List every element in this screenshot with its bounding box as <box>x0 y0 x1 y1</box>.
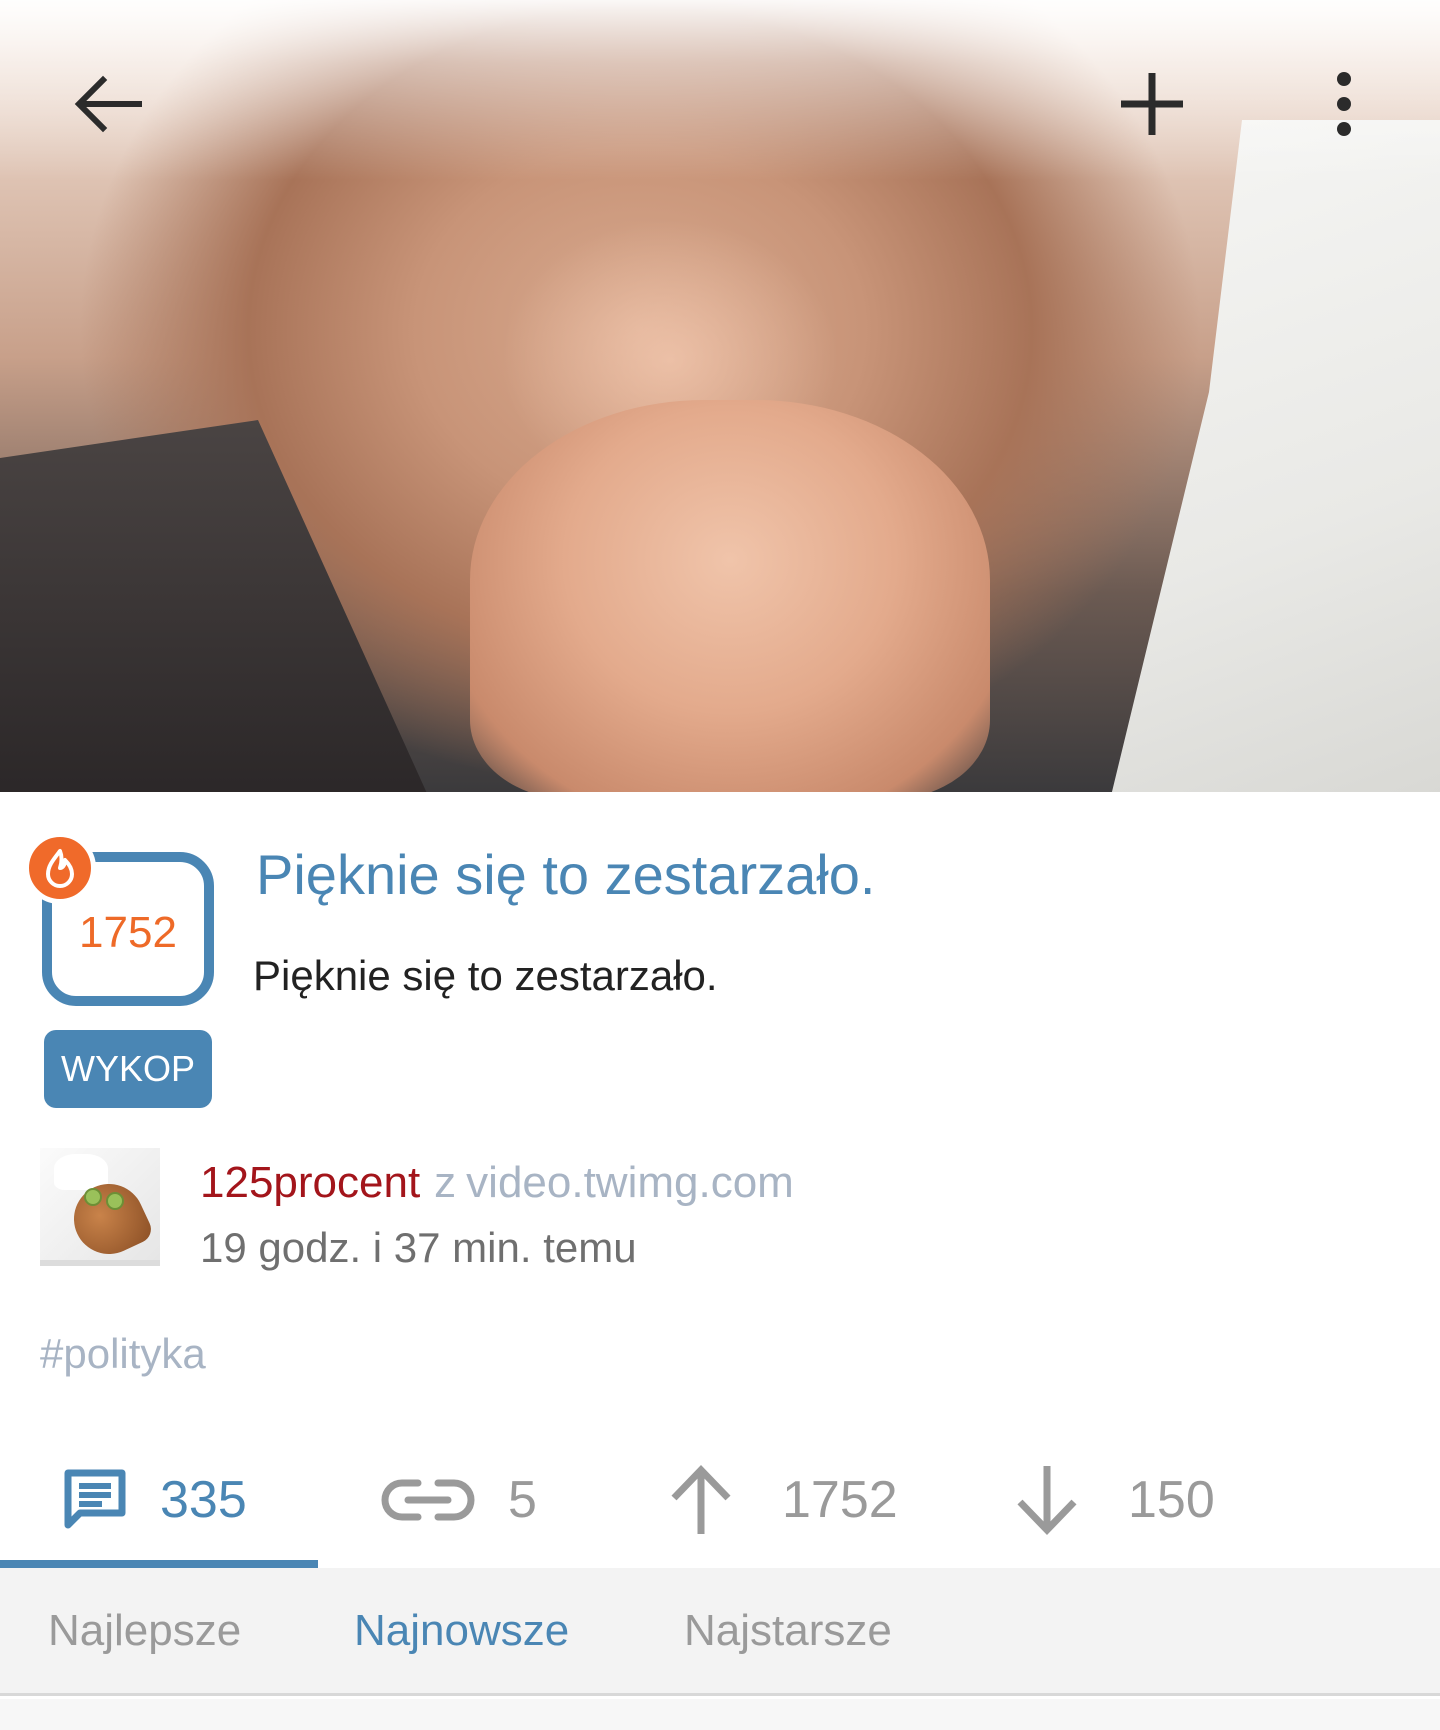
link-icon <box>381 1479 475 1521</box>
post-meta: 125procent z video.twimg.com <box>200 1158 794 1208</box>
comments-tab[interactable]: 335 <box>62 1440 247 1560</box>
author-avatar[interactable] <box>40 1148 160 1266</box>
comments-count: 335 <box>160 1471 247 1529</box>
post-timestamp: 19 godz. i 37 min. temu <box>200 1224 637 1271</box>
from-label: z <box>434 1158 457 1207</box>
author-link[interactable]: 125procent <box>200 1158 420 1207</box>
arrow-down-icon <box>1017 1466 1077 1536</box>
sort-best[interactable]: Najlepsze <box>48 1606 241 1656</box>
related-links-tab[interactable]: 5 <box>378 1440 537 1560</box>
upvotes-count: 1752 <box>782 1471 898 1529</box>
hot-badge <box>24 832 96 904</box>
add-button[interactable] <box>1104 56 1200 152</box>
comment-sort-bar: Najlepsze Najnowsze Najstarsze <box>0 1568 1440 1696</box>
flame-icon <box>46 849 74 888</box>
image-collar <box>1110 120 1440 792</box>
post-title[interactable]: Pięknie się to zestarzało. <box>256 842 875 907</box>
downvotes-count: 150 <box>1128 1471 1215 1529</box>
vote-count: 1752 <box>79 908 177 957</box>
active-tab-indicator <box>0 1560 318 1568</box>
more-vertical-icon <box>1337 72 1351 136</box>
post-description: Pięknie się to zestarzało. <box>253 952 718 999</box>
image-jacket <box>0 420 430 792</box>
arrow-left-icon <box>74 75 142 133</box>
post-thumbnail-image[interactable] <box>0 0 1440 792</box>
links-count: 5 <box>508 1471 537 1529</box>
arrow-up-icon <box>671 1464 731 1534</box>
comment-icon <box>64 1469 126 1529</box>
image-hands <box>470 400 990 792</box>
source-domain-link[interactable]: video.twimg.com <box>466 1158 794 1207</box>
upvote-button[interactable]: 1752 <box>666 1440 898 1560</box>
bottom-area <box>0 1699 1440 1730</box>
sort-newest[interactable]: Najnowsze <box>354 1606 569 1656</box>
downvote-button[interactable]: 150 <box>1012 1440 1215 1560</box>
wykop-button[interactable]: WYKOP <box>44 1030 212 1108</box>
sort-oldest[interactable]: Najstarsze <box>684 1606 892 1656</box>
image-top-fade <box>0 0 1440 180</box>
action-bar: 335 5 1752 150 <box>0 1440 1440 1568</box>
plus-icon <box>1121 73 1183 135</box>
tag-link[interactable]: #polityka <box>40 1330 206 1378</box>
more-options-button[interactable] <box>1296 56 1392 152</box>
back-button[interactable] <box>60 56 156 152</box>
